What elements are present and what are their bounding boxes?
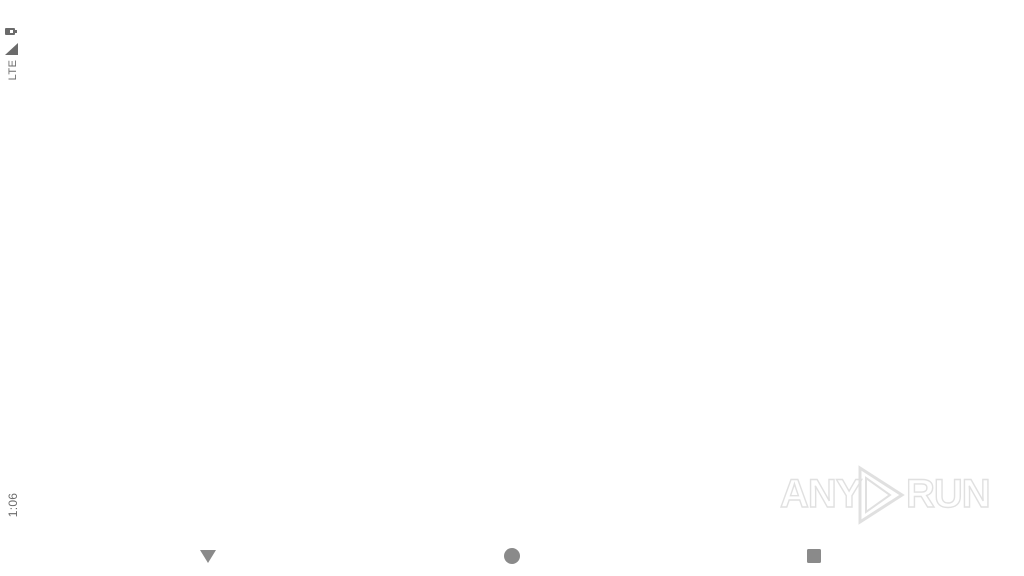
home-button[interactable] — [498, 542, 526, 570]
watermark-logo: ANY RUN — [778, 462, 991, 528]
home-screen: LTE 1:06 ANY RUN — [0, 0, 1024, 576]
play-icon — [858, 465, 905, 525]
navigation-bar — [0, 536, 1024, 576]
recents-square-icon — [807, 549, 821, 563]
back-button[interactable] — [194, 542, 222, 570]
status-clock: 1:06 — [6, 492, 20, 518]
watermark-text-left: ANY — [779, 471, 863, 516]
signal-icon — [5, 43, 18, 55]
network-type-label: LTE — [7, 59, 19, 81]
back-triangle-icon — [200, 550, 216, 563]
home-circle-icon — [504, 548, 520, 564]
status-bar: LTE 1:06 — [0, 0, 26, 536]
battery-icon — [5, 28, 17, 35]
watermark-text-right: RUN — [905, 471, 991, 516]
recents-button[interactable] — [800, 542, 828, 570]
